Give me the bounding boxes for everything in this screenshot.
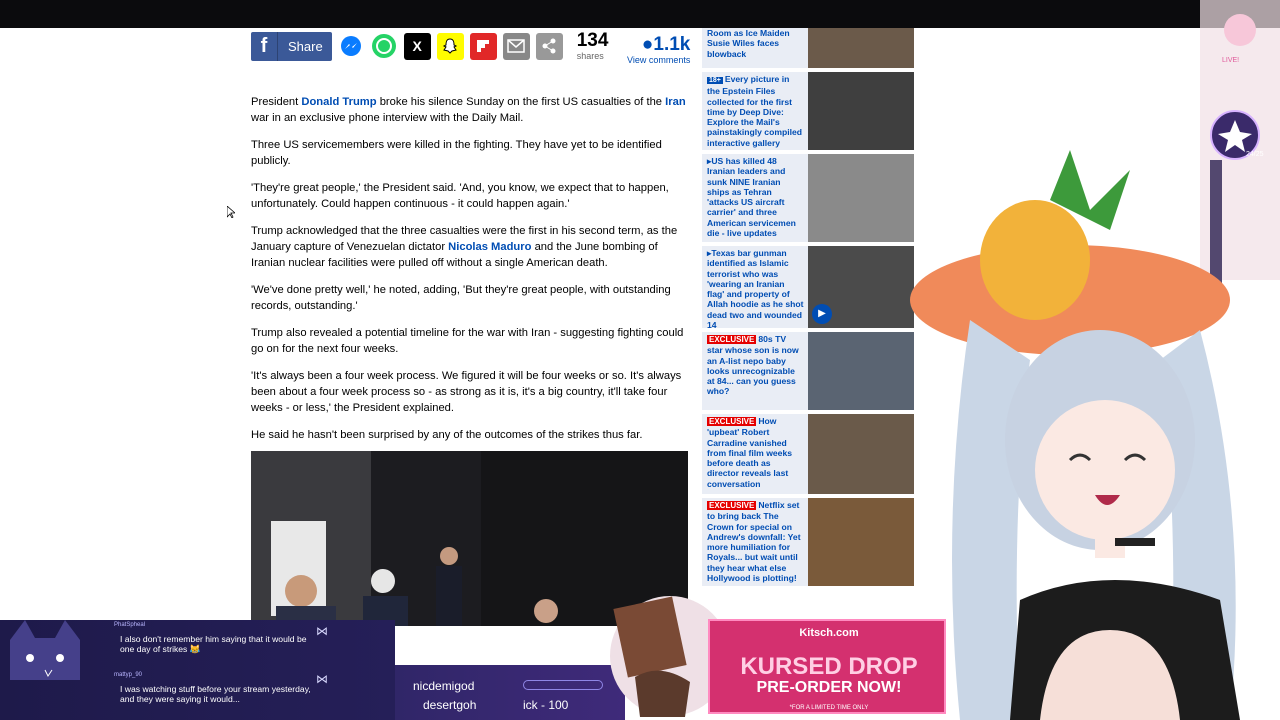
donald-trump-link[interactable]: Donald Trump: [301, 96, 376, 108]
chat-username: mattyp_90: [114, 672, 143, 678]
x-twitter-icon[interactable]: X: [403, 32, 431, 60]
sub-goal-label: Daily Sub Goal: [1193, 201, 1200, 248]
play-icon[interactable]: ▶: [812, 304, 832, 324]
promo-site: Kitsch.com: [799, 627, 859, 639]
article-thumbnail: [808, 498, 914, 586]
snapchat-icon[interactable]: [436, 32, 464, 60]
merch-promo-overlay: Kitsch.com KURSED DROP PRE-ORDER NOW! *F…: [600, 592, 950, 720]
share-label: Share: [288, 38, 323, 54]
goal-progress-bar: [523, 680, 603, 690]
facebook-icon: f: [251, 31, 278, 61]
article-thumbnail: ▶: [808, 246, 914, 328]
shares-count: 134 shares: [576, 30, 609, 61]
sub-goal-count: 24/25: [1246, 151, 1264, 158]
list-item[interactable]: 18+ Every picture in the Epstein Files co…: [702, 72, 914, 150]
more-share-icon[interactable]: [535, 32, 563, 60]
paragraph: Trump also revealed a potential timeline…: [251, 327, 684, 355]
promo-note: *FOR A LIMITED TIME ONLY: [789, 705, 869, 711]
chat-message: I also don't remember him saying that it…: [120, 634, 307, 654]
view-comments-link[interactable]: View comments: [627, 56, 690, 65]
paragraph: 'We've done pretty well,' he noted, addi…: [251, 284, 671, 312]
nicolas-maduro-link[interactable]: Nicolas Maduro: [448, 241, 531, 253]
paragraph: President Donald Trump broke his silence…: [251, 96, 686, 124]
flipboard-icon[interactable]: [469, 32, 497, 60]
list-item[interactable]: Room as Ice Maiden Susie Wiles faces blo…: [702, 28, 914, 68]
stream-goal-bar: nicdemigod desertgoh ick - 100: [395, 665, 625, 720]
goal-name: nicdemigod: [413, 679, 475, 693]
list-item[interactable]: ▸Texas bar gunman identified as Islamic …: [702, 246, 914, 330]
paragraph: Three US servicemembers were killed in t…: [251, 139, 662, 167]
bow-icon: ⋈: [316, 624, 328, 638]
promo-cta: PRE-ORDER NOW!: [756, 679, 902, 696]
whatsapp-icon[interactable]: [370, 32, 398, 60]
bow-icon: ⋈: [316, 672, 328, 686]
chat-message: I was watching stuff before your stream …: [120, 684, 311, 704]
mouse-cursor-icon: [227, 206, 235, 218]
iran-link[interactable]: Iran: [665, 96, 686, 108]
comments-count[interactable]: ●1.1k View comments: [627, 35, 690, 65]
paragraph: He said he hasn't been surprised by any …: [251, 429, 643, 441]
paragraph: 'It's always been a four week process. W…: [251, 370, 682, 414]
speech-bubble-icon: ●: [641, 34, 654, 55]
share-bar: f Share X 134 shares: [251, 31, 608, 61]
list-item[interactable]: ▸US has killed 48 Iranian leaders and su…: [702, 154, 914, 242]
list-item[interactable]: EXCLUSIVE 80s TV star whose son is now an…: [702, 332, 914, 410]
promo-title: KURSED DROP: [740, 653, 918, 680]
article-body: President Donald Trump broke his silence…: [251, 94, 691, 454]
email-icon[interactable]: [502, 32, 530, 60]
article-thumbnail: [808, 332, 914, 410]
goal-value: ick - 100: [523, 698, 569, 712]
list-item[interactable]: EXCLUSIVE Netflix set to bring back The C…: [702, 498, 914, 586]
paragraph: 'They're great people,' the President sa…: [251, 182, 669, 210]
plush-bag-icon: [610, 596, 720, 717]
promo-banner[interactable]: Kitsch.com KURSED DROP PRE-ORDER NOW! *F…: [708, 619, 946, 714]
paragraph: Trump acknowledged that the three casual…: [251, 225, 678, 269]
sidebar-related-articles: Room as Ice Maiden Susie Wiles faces blo…: [702, 28, 914, 590]
live-label: LIVE!: [1222, 57, 1240, 64]
goal-name: desertgoh: [423, 698, 477, 712]
vtuber-avatar-overlay: LIVE! 24/25 Daily Sub Goal: [900, 0, 1280, 720]
list-item[interactable]: EXCLUSIVE How 'upbeat' Robert Carradine v…: [702, 414, 914, 494]
cat-mascot-icon: [10, 620, 80, 680]
article-thumbnail: [808, 72, 914, 150]
article-thumbnail: [808, 28, 914, 68]
comments-number: ●1.1k: [641, 34, 691, 55]
chat-username: PhatSpheal: [114, 622, 146, 628]
facebook-share-button[interactable]: f Share: [251, 31, 332, 61]
article-thumbnail: [808, 414, 914, 494]
messenger-icon[interactable]: [337, 32, 365, 60]
article-thumbnail: [808, 154, 914, 242]
stream-chat-overlay: PhatSpheal I also don't remember him say…: [0, 620, 395, 720]
